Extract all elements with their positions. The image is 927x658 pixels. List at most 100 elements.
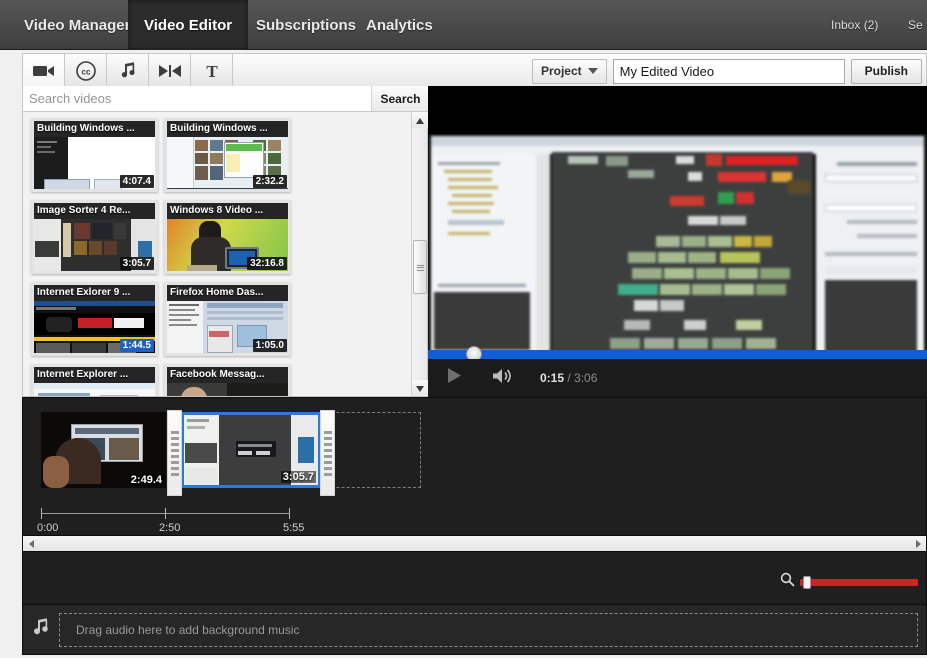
video-title: Internet Explorer ... — [34, 367, 155, 383]
settings-link[interactable]: Se — [908, 0, 923, 50]
clip-trim-handle-left[interactable] — [167, 410, 182, 496]
text-icon-button[interactable]: T — [191, 54, 233, 88]
video-duration: 4:07.4 — [119, 175, 154, 188]
video-card[interactable]: Building Windows ... 2:32.2 — [164, 118, 291, 192]
video-duration: 1:05.0 — [252, 339, 287, 352]
audio-dropzone-label: Drag audio here to add background music — [76, 622, 300, 637]
zoom-slider-handle[interactable] — [803, 575, 811, 589]
current-time: 0:15 — [540, 371, 565, 385]
ruler-tick — [165, 508, 166, 519]
publish-button[interactable]: Publish — [850, 58, 922, 84]
video-title: Building Windows ... — [34, 121, 155, 137]
nav-tab-label: Analytics — [366, 16, 433, 34]
project-bar: Project Publish — [531, 57, 922, 85]
play-icon — [446, 367, 462, 389]
clip-trim-handle-right[interactable] — [320, 410, 335, 496]
zoom-slider-track[interactable] — [800, 575, 918, 589]
video-duration: 32:16.8 — [247, 257, 287, 270]
video-camera-icon — [32, 63, 56, 79]
timeline-zoom-control — [780, 572, 918, 592]
nav-tab-label: Video Manager — [24, 16, 131, 34]
video-card[interactable]: Facebook Messag... — [164, 364, 291, 396]
video-duration: 1:44.5 — [119, 339, 154, 352]
clip-duration: 3:05.7 — [280, 471, 316, 483]
inbox-link[interactable]: Inbox (2) — [831, 0, 878, 50]
media-browser-panel: Search Building Windows ... 4:07.4 — [22, 86, 429, 397]
video-camera-icon-button[interactable] — [23, 54, 65, 88]
nav-tab-label: Subscriptions — [256, 16, 357, 34]
scroll-up-button[interactable] — [412, 112, 428, 128]
chevron-down-icon — [416, 379, 424, 397]
video-card[interactable]: Windows 8 Video ... 32:16.8 — [164, 200, 291, 274]
video-thumbnail — [34, 383, 155, 396]
editor-toolbar: cc T Project Publish — [22, 53, 927, 89]
inbox-label: Inbox (2) — [831, 18, 879, 32]
chevron-down-icon — [587, 68, 598, 74]
top-navigation-bar: Video Manager Video Editor Subscriptions… — [0, 0, 927, 50]
ruler-tick — [289, 508, 290, 519]
video-card[interactable]: Internet Exlorer 9 ... 1:44.5 — [31, 282, 158, 356]
music-note-icon — [118, 61, 138, 81]
time-separator: / — [564, 371, 575, 385]
scrollbar-thumb[interactable] — [413, 240, 427, 294]
ruler-label: 0:00 — [37, 522, 59, 534]
music-note-icon-button[interactable] — [107, 54, 149, 88]
video-card[interactable]: Internet Explorer ... — [31, 364, 158, 396]
scroll-down-button[interactable] — [412, 380, 428, 396]
audio-dropzone[interactable]: Drag audio here to add background music — [59, 612, 918, 647]
timeline-horizontal-scrollbar[interactable] — [23, 535, 926, 552]
chevron-up-icon — [416, 111, 424, 129]
nav-tab-label: Video Editor — [144, 16, 233, 34]
video-duration: 3:05.7 — [119, 257, 154, 270]
clip-duration: 2:49.4 — [128, 474, 164, 486]
search-input[interactable] — [23, 86, 371, 111]
nav-tab-analytics[interactable]: Analytics — [350, 0, 449, 50]
audio-track-row: Drag audio here to add background music — [22, 605, 927, 655]
video-title: Building Windows ... — [167, 121, 288, 137]
video-results-list[interactable]: Building Windows ... 4:07.4 Building Win… — [23, 112, 413, 396]
player-controls: 0:15 / 3:06 — [428, 359, 927, 397]
nav-tab-video-manager[interactable]: Video Manager — [8, 0, 146, 50]
settings-label: Se — [908, 18, 923, 32]
timeline-clip[interactable]: 2:49.4 — [41, 412, 166, 488]
transition-icon — [158, 63, 182, 79]
svg-text:T: T — [206, 62, 218, 80]
ruler-tick — [41, 508, 42, 519]
video-progress-bar[interactable] — [428, 346, 927, 362]
video-duration: 2:32.2 — [252, 175, 287, 188]
volume-button[interactable] — [480, 359, 526, 397]
chevron-right-icon — [915, 535, 921, 553]
scroll-left-button[interactable] — [23, 536, 39, 551]
search-button[interactable]: Search — [371, 86, 429, 111]
magnifier-icon — [780, 572, 795, 592]
video-player: 0:15 / 3:06 — [428, 86, 927, 402]
time-display: 0:15 / 3:06 — [540, 371, 597, 385]
total-time: 3:06 — [574, 371, 598, 385]
video-title: Image Sorter 4 Re... — [34, 203, 155, 219]
video-card[interactable]: Firefox Home Das... 1:05.0 — [164, 282, 291, 356]
search-row: Search — [23, 86, 429, 112]
video-card[interactable]: Building Windows ... 4:07.4 — [31, 118, 158, 192]
video-list-scrollbar[interactable] — [411, 112, 428, 396]
video-track[interactable]: 2:49.4 3:05.7 — [33, 410, 918, 496]
project-name-input[interactable] — [612, 58, 845, 84]
project-dropdown-label: Project — [540, 64, 582, 78]
timeline-panel: 2:49.4 3:05.7 0:00 2:50 5:55 — [22, 397, 927, 605]
play-button[interactable] — [428, 359, 480, 397]
video-title: Facebook Messag... — [167, 367, 288, 383]
nav-tab-video-editor[interactable]: Video Editor — [128, 0, 249, 50]
video-grid: Building Windows ... 4:07.4 Building Win… — [31, 118, 311, 396]
transition-icon-button[interactable] — [149, 54, 191, 88]
music-note-icon — [31, 616, 51, 643]
video-card[interactable]: Image Sorter 4 Re... 3:05.7 — [31, 200, 158, 274]
svg-text:cc: cc — [81, 68, 90, 77]
video-thumbnail — [167, 383, 288, 396]
video-title: Windows 8 Video ... — [167, 203, 288, 219]
chevron-left-icon — [28, 535, 34, 553]
timeline-clip-selected[interactable]: 3:05.7 — [167, 410, 335, 496]
ruler-label: 5:55 — [283, 522, 305, 534]
closed-caption-icon: cc — [75, 60, 97, 82]
project-dropdown[interactable]: Project — [531, 58, 607, 84]
scroll-right-button[interactable] — [910, 536, 926, 551]
closed-caption-icon-button[interactable]: cc — [65, 54, 107, 88]
